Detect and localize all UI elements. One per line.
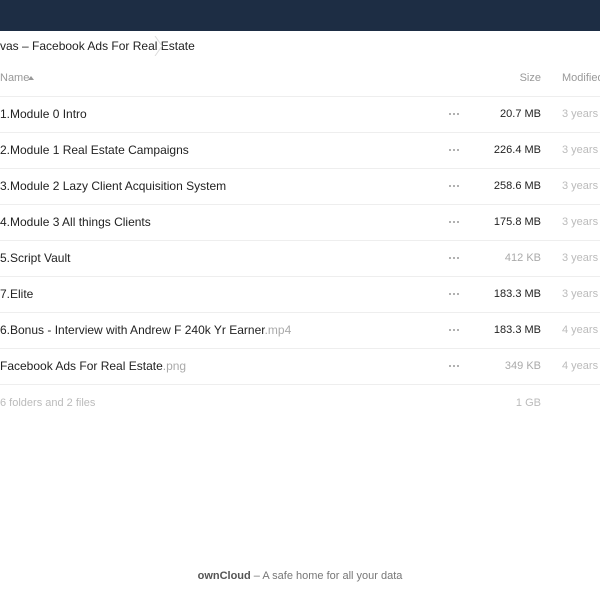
- file-modified: 3 years ago: [562, 288, 600, 300]
- file-row[interactable]: 1.Module 0 Intro 20.7 MB 3 years ago: [0, 97, 600, 133]
- chevron-right-icon: [154, 36, 163, 56]
- file-size: 20.7 MB: [500, 108, 541, 120]
- file-modified: 4 years ago: [562, 360, 600, 372]
- file-modified: 3 years ago: [562, 108, 600, 120]
- file-name[interactable]: 2.Module 1 Real Estate Campaigns: [0, 133, 189, 168]
- file-size: 349 KB: [504, 360, 541, 372]
- file-name[interactable]: Facebook Ads For Real Estate.png: [0, 349, 186, 384]
- more-actions-icon[interactable]: [449, 221, 461, 224]
- summary-count: 6 folders and 2 files: [0, 397, 96, 409]
- file-name[interactable]: 4.Module 3 All things Clients: [0, 205, 151, 240]
- file-name[interactable]: 5.Script Vault: [0, 241, 70, 276]
- file-name[interactable]: 6.Bonus - Interview with Andrew F 240k Y…: [0, 313, 291, 348]
- file-row[interactable]: Facebook Ads For Real Estate.png 349 KB …: [0, 349, 600, 385]
- file-list-header: Name Size Modified: [0, 61, 600, 97]
- sort-ascending-icon: [28, 76, 34, 80]
- file-modified: 3 years ago: [562, 180, 600, 192]
- file-row[interactable]: 4.Module 3 All things Clients 175.8 MB 3…: [0, 205, 600, 241]
- more-actions-icon[interactable]: [449, 185, 461, 188]
- file-modified: 3 years ago: [562, 252, 600, 264]
- footer-tagline: – A safe home for all your data: [250, 570, 403, 582]
- file-row[interactable]: 5.Script Vault 412 KB 3 years ago: [0, 241, 600, 277]
- file-size: 258.6 MB: [493, 180, 541, 192]
- top-navigation-bar: [0, 0, 600, 31]
- file-modified: 3 years ago: [562, 216, 600, 228]
- file-size: 183.3 MB: [493, 288, 541, 300]
- footer-brand[interactable]: ownCloud: [198, 570, 251, 582]
- more-actions-icon[interactable]: [449, 149, 461, 152]
- file-size: 175.8 MB: [493, 216, 541, 228]
- file-row[interactable]: 3.Module 2 Lazy Client Acquisition Syste…: [0, 169, 600, 205]
- file-name[interactable]: 1.Module 0 Intro: [0, 97, 87, 132]
- column-header-modified[interactable]: Modified: [562, 61, 600, 96]
- more-actions-icon[interactable]: [449, 365, 461, 368]
- breadcrumb: vas – Facebook Ads For Real Estate: [0, 31, 600, 61]
- file-modified: 3 years ago: [562, 144, 600, 156]
- footer: ownCloud – A safe home for all your data: [0, 570, 600, 582]
- file-row[interactable]: 7.Elite 183.3 MB 3 years ago: [0, 277, 600, 313]
- file-list: 1.Module 0 Intro 20.7 MB 3 years ago 2.M…: [0, 97, 600, 385]
- more-actions-icon[interactable]: [449, 113, 461, 116]
- file-name[interactable]: 3.Module 2 Lazy Client Acquisition Syste…: [0, 169, 226, 204]
- file-size: 226.4 MB: [493, 144, 541, 156]
- file-modified: 4 years ago: [562, 324, 600, 336]
- file-list-summary: 6 folders and 2 files 1 GB: [0, 386, 600, 421]
- file-row[interactable]: 6.Bonus - Interview with Andrew F 240k Y…: [0, 313, 600, 349]
- file-size: 412 KB: [504, 252, 541, 264]
- column-header-name[interactable]: Name: [0, 61, 29, 96]
- file-size: 183.3 MB: [493, 324, 541, 336]
- summary-total-size: 1 GB: [515, 397, 541, 409]
- more-actions-icon[interactable]: [449, 329, 461, 332]
- file-name[interactable]: 7.Elite: [0, 277, 33, 312]
- column-header-size[interactable]: Size: [520, 61, 541, 96]
- file-row[interactable]: 2.Module 1 Real Estate Campaigns 226.4 M…: [0, 133, 600, 169]
- more-actions-icon[interactable]: [449, 293, 461, 296]
- more-actions-icon[interactable]: [449, 257, 461, 260]
